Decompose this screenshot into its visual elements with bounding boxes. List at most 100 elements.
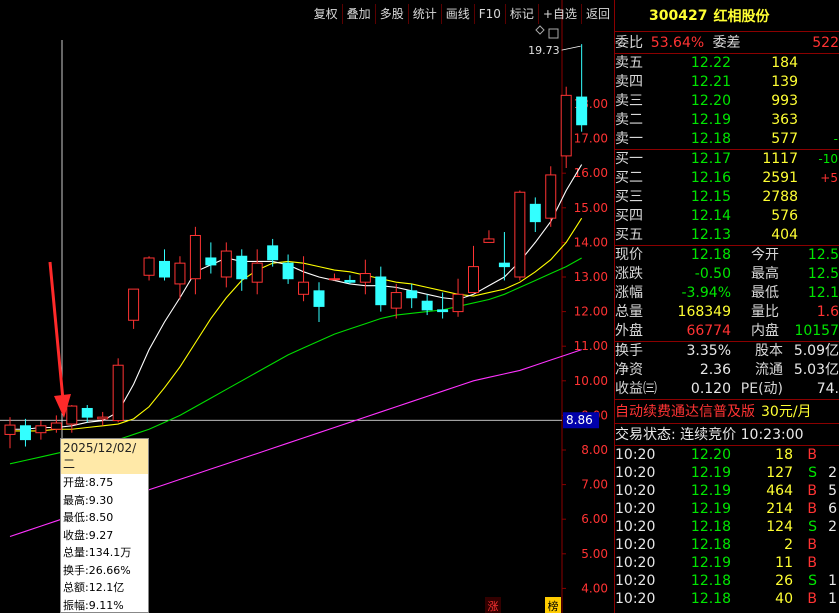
ad-banner[interactable]: 自动续费通达信普及版 30元/月 — [615, 400, 839, 424]
orderbook-volume: 184 — [771, 55, 798, 71]
candle-up — [359, 273, 371, 283]
candle-up — [328, 278, 340, 281]
orderbook-price: 12.17 — [690, 151, 731, 167]
stat-value: 168349 — [677, 304, 731, 320]
stat-label: 最低 — [751, 285, 779, 301]
toolbar-button-2[interactable]: 多股 — [374, 4, 408, 24]
tick-side: B — [807, 555, 817, 571]
kline-chart-panel[interactable]: 18.00 17.00 16.00 15.00 14.00 13.00 12.00 11.00… — [0, 0, 614, 613]
orderbook-label: 买四 — [615, 208, 643, 224]
orderbook-row: 卖二 12.19 363 — [615, 111, 839, 130]
tick-count: 5 — [828, 483, 837, 499]
price-axis-label: 12.00 — [574, 305, 608, 319]
orderbook-row: 卖四 12.21 139 — [615, 73, 839, 92]
candle-up — [390, 292, 402, 309]
ad-text[interactable]: 自动续费通达信普及版 — [615, 404, 755, 420]
fundamental-label: 换手 — [615, 343, 643, 359]
tick-side: B — [807, 501, 817, 517]
high-label-pointer — [561, 45, 581, 51]
stat-row: 总量 168349 量比 1.6 — [615, 303, 839, 322]
toolbar-button-4[interactable]: 画线 — [440, 4, 474, 24]
toolbar-button-1[interactable]: 叠加 — [341, 4, 375, 24]
fundamental-value: 3.35% — [686, 343, 731, 359]
tick-row: 10:20 12.18 124 S 2 — [615, 518, 839, 536]
tick-price: 12.19 — [690, 501, 731, 517]
candle-down — [236, 255, 248, 280]
candle-up — [468, 266, 479, 294]
price-axis-label: 10.00 — [574, 374, 608, 388]
candle-up — [50, 422, 62, 430]
window-icon — [548, 28, 559, 39]
candle-up — [174, 262, 186, 285]
weibi-value: 53.64% — [650, 35, 705, 51]
orderbook-price: 12.19 — [690, 112, 731, 128]
tick-side: S — [808, 519, 817, 535]
orderbook-label: 买五 — [615, 227, 643, 243]
stat-label: 内盘 — [751, 323, 779, 339]
tick-time: 10:20 — [615, 573, 656, 589]
popup-row: 收盘:9.27 — [63, 528, 114, 542]
candle-down — [437, 309, 449, 313]
stat-label: 最高 — [751, 266, 779, 282]
popup-row: 总量:134.1万 — [63, 546, 132, 559]
ad-price[interactable]: 30元/月 — [761, 404, 812, 420]
tick-side: B — [807, 483, 817, 499]
candle-up — [560, 94, 572, 157]
price-axis-label: 4.00 — [581, 581, 608, 595]
stat-row: 涨幅 -3.94% 最低 12.1 — [615, 284, 839, 303]
popup-row: 最低:8.50 — [63, 511, 114, 524]
tick-time: 10:20 — [615, 465, 656, 481]
tick-row: 10:20 12.18 2 B — [615, 536, 839, 554]
buy-orderbook: 买一 12.17 1117 -10 买二 12.16 2591 +5 买三 12.15 2788 买四… — [615, 150, 839, 246]
stat-value: 10157 — [794, 323, 839, 339]
tick-volume: 26 — [775, 573, 793, 589]
candle-down — [205, 257, 217, 266]
tick-side: S — [808, 573, 817, 589]
price-axis-label: 5.00 — [581, 547, 608, 561]
tick-row: 10:20 12.19 11 B — [615, 554, 839, 572]
orderbook-volume: 993 — [771, 93, 798, 109]
candle-up — [66, 405, 78, 425]
tick-volume: 214 — [766, 501, 793, 517]
candle-down — [375, 276, 387, 306]
orderbook-price: 12.15 — [690, 189, 731, 205]
toolbar-button-8[interactable]: 返回 — [580, 4, 614, 24]
toolbar-button-0[interactable]: 复权 — [310, 4, 342, 24]
candle-up — [452, 293, 464, 313]
tick-side: B — [807, 537, 817, 553]
orderbook-volume: 2591 — [762, 170, 798, 186]
orderbook-row: 买四 12.14 576 — [615, 207, 839, 226]
stat-value: 12.1 — [807, 285, 839, 301]
tick-time: 10:20 — [615, 501, 656, 517]
bottom-marker-label: 榜 — [548, 599, 559, 613]
candle-down — [313, 290, 325, 307]
orderbook-volume: 577 — [771, 131, 798, 147]
orderbook-row: 买二 12.16 2591 +5 — [615, 169, 839, 188]
tick-price: 12.19 — [690, 555, 731, 571]
toolbar-button-5[interactable]: F10 — [473, 4, 505, 24]
tick-volume: 40 — [775, 591, 793, 607]
tick-list[interactable]: 10:20 12.20 18 B 10:20 12.19 127 S 2 10:20 12.19 46… — [615, 446, 839, 608]
tick-price: 12.18 — [690, 537, 731, 553]
fundamental-label: PE(动) — [740, 381, 783, 397]
stat-row: 涨跌 -0.50 最高 12.5 — [615, 265, 839, 284]
tick-volume: 2 — [784, 537, 793, 553]
candle-down — [529, 203, 541, 223]
fundamental-value: 2.36 — [699, 362, 731, 378]
tick-price: 12.18 — [690, 591, 731, 607]
tick-row: 10:20 12.19 127 S 2 — [615, 464, 839, 482]
chart-toolbar: 复权 叠加 多股 统计 画线 F10 标记 +自选 返回 — [310, 4, 614, 24]
candle-up — [128, 288, 140, 321]
orderbook-label: 卖五 — [615, 55, 643, 71]
toolbar-button-3[interactable]: 统计 — [407, 4, 441, 24]
orderbook-volume: 576 — [771, 208, 798, 224]
trade-status-row: 交易状态: 连续竞价 10:23:00 — [615, 424, 839, 446]
stock-code: 300427 — [649, 7, 708, 24]
toolbar-button-6[interactable]: 标记 — [504, 4, 538, 24]
tick-count: 2 — [828, 465, 837, 481]
orderbook-change: -10 — [818, 152, 838, 166]
orderbook-change: +5 — [820, 171, 838, 185]
fundamental-value: 0.120 — [690, 381, 731, 397]
toolbar-button-7[interactable]: +自选 — [537, 4, 581, 24]
stat-row: 外盘 66774 内盘 10157 — [615, 322, 839, 341]
